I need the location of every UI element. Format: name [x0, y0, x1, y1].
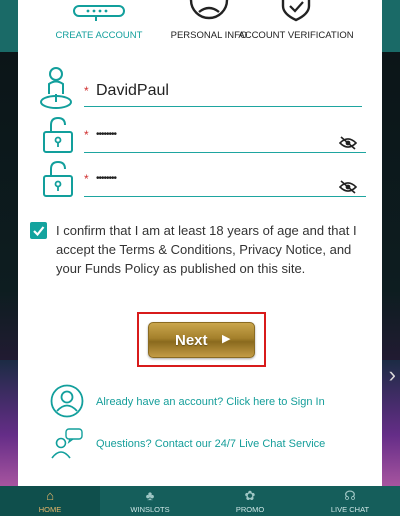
live-chat-link[interactable]: Questions? Contact our 24/7 Live Chat Se…	[96, 438, 325, 450]
live-chat-row: Questions? Contact our 24/7 Live Chat Se…	[18, 428, 382, 462]
unlock-icon	[43, 160, 73, 197]
required-marker: *	[84, 128, 89, 142]
nav-label: HOME	[38, 505, 62, 514]
unlock-icon	[43, 116, 73, 153]
password-field[interactable]: ••••••••	[96, 129, 117, 140]
nav-live-chat[interactable]: ☊ LIVE CHAT	[300, 486, 400, 516]
live-chat-support-icon	[51, 428, 83, 459]
eye-slash-icon[interactable]	[339, 136, 357, 150]
sign-in-link[interactable]: Already have an account? Click here to S…	[96, 396, 325, 408]
home-icon: ⌂	[46, 488, 54, 503]
sign-in-row: Already have an account? Click here to S…	[18, 384, 382, 420]
checkmark-icon	[33, 226, 45, 237]
confirm-password-row: * ••••••••	[18, 160, 382, 200]
registration-stepper: CREATE ACCOUNT PERSONAL INFO ACCOUNT VER…	[18, 0, 382, 50]
nav-label: WINSLOTS	[130, 505, 170, 514]
user-location-icon	[40, 67, 72, 109]
nav-home[interactable]: ⌂ HOME	[0, 486, 100, 516]
gift-icon: ✿	[244, 488, 256, 503]
required-marker: *	[84, 84, 89, 98]
keyboard-key-icon	[73, 5, 125, 21]
confirm-password-underline	[84, 196, 366, 197]
next-button-highlight: Next ▶	[137, 312, 266, 367]
age-consent-checkbox[interactable]	[30, 222, 47, 239]
required-marker: *	[84, 172, 89, 186]
background-city-left	[0, 360, 20, 486]
password-row: * ••••••••	[18, 116, 382, 156]
age-consent-text: I confirm that I am at least 18 years of…	[56, 223, 357, 276]
eye-slash-icon[interactable]	[339, 180, 357, 194]
confirm-password-field[interactable]: ••••••••	[96, 173, 117, 184]
next-button-label: Next	[175, 332, 208, 349]
carousel-next-icon[interactable]: ›	[389, 362, 396, 388]
username-underline	[84, 106, 362, 107]
shield-check-icon	[281, 0, 311, 22]
nav-label: LIVE CHAT	[330, 505, 370, 514]
step-label: ACCOUNT VERIFICATION	[238, 30, 354, 41]
play-arrow-icon: ▶	[222, 333, 231, 345]
next-button[interactable]: Next ▶	[148, 322, 255, 358]
nav-label: PROMO	[235, 505, 265, 514]
user-circle-icon	[50, 384, 84, 418]
nav-promo[interactable]: ✿ PROMO	[200, 486, 300, 516]
headset-icon: ☊	[344, 488, 356, 503]
step-label: CREATE ACCOUNT	[55, 30, 143, 41]
clover-icon: ♣	[145, 488, 155, 503]
username-row: * DavidPaul	[18, 66, 382, 112]
nav-winslots[interactable]: ♣ WINSLOTS	[100, 486, 200, 516]
password-underline	[84, 152, 366, 153]
bottom-navigation: ⌂ HOME ♣ WINSLOTS ✿ PROMO ☊ LIVE CHAT	[0, 486, 400, 516]
person-circle-icon	[189, 0, 229, 20]
registration-card: CREATE ACCOUNT PERSONAL INFO ACCOUNT VER…	[18, 0, 382, 488]
username-field[interactable]: DavidPaul	[96, 82, 169, 100]
